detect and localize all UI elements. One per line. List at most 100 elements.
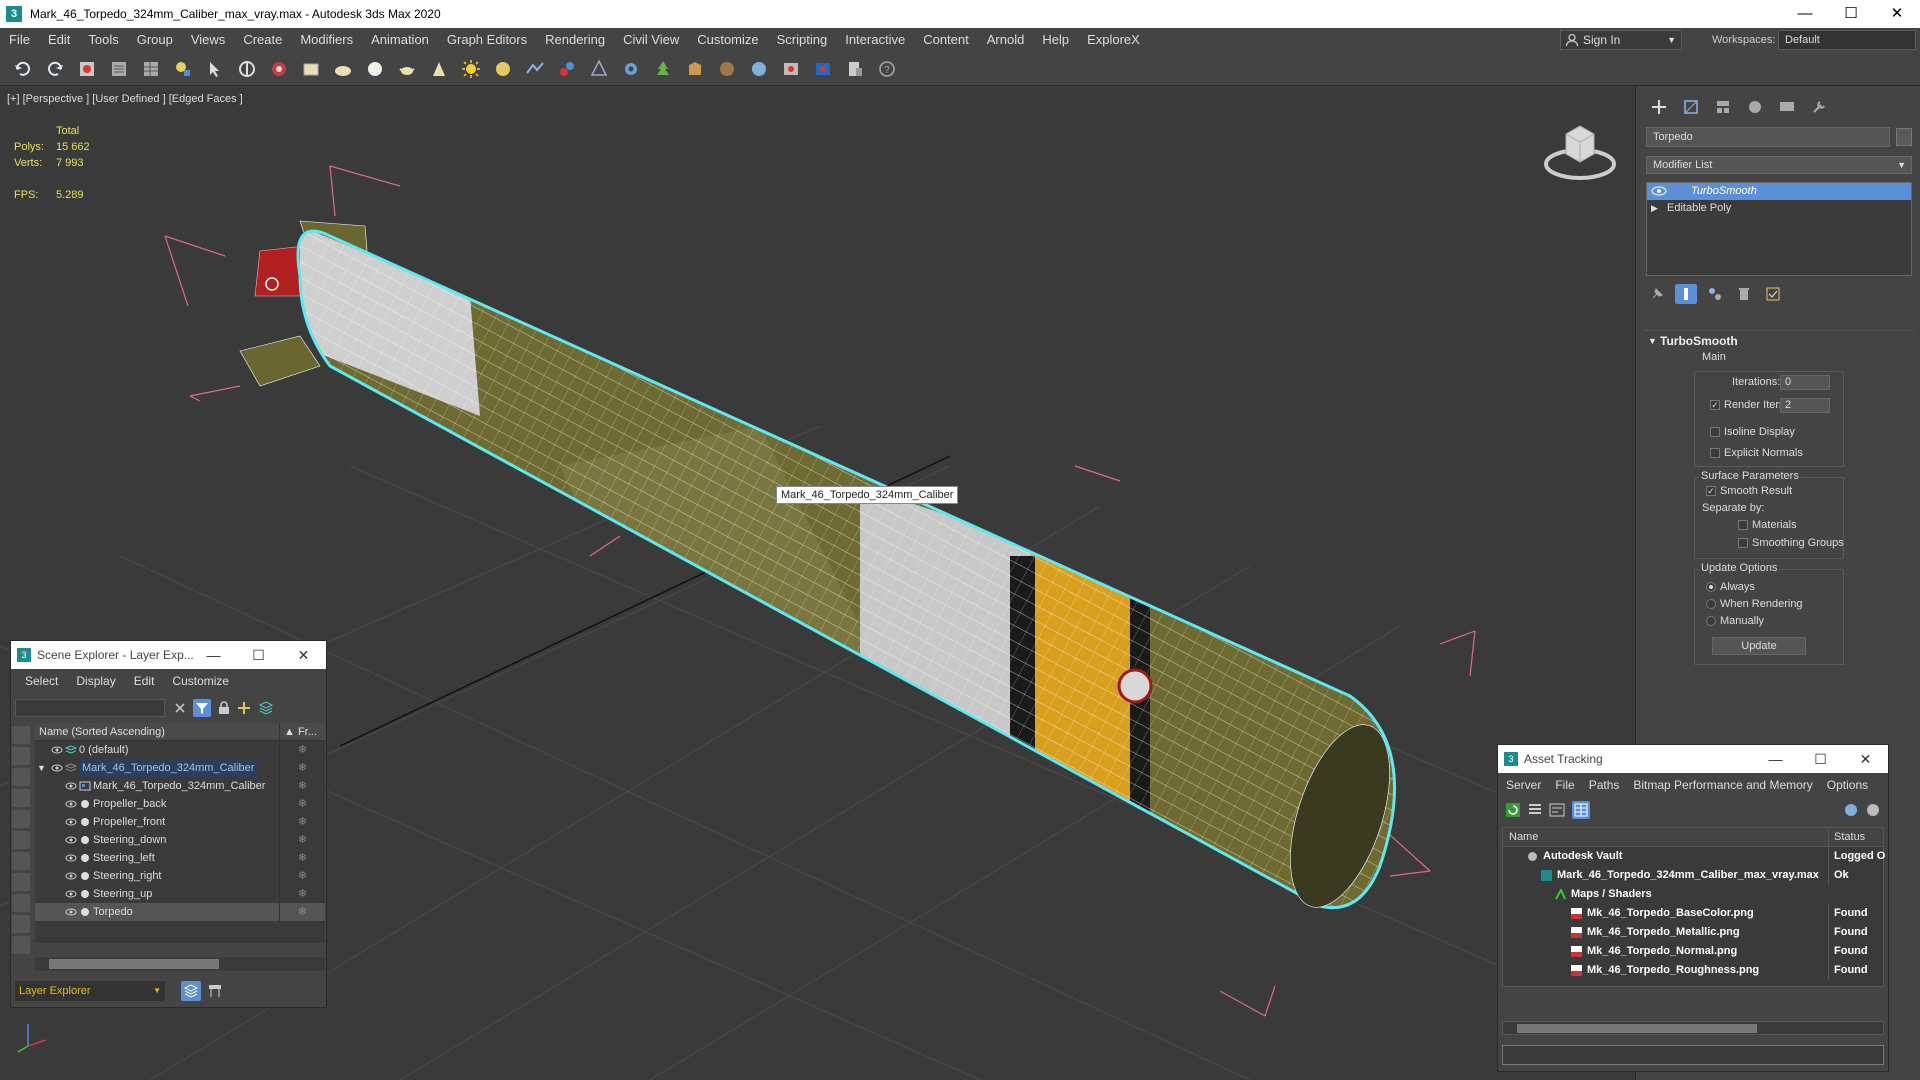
tab-utilities[interactable] [1806, 96, 1832, 118]
asset-row-maps-folder[interactable]: Maps / Shaders [1503, 885, 1883, 904]
layers-button[interactable] [257, 699, 275, 717]
select-link-button[interactable] [74, 56, 100, 82]
horizontal-scrollbar[interactable] [1502, 1021, 1884, 1035]
project-button[interactable] [842, 56, 868, 82]
menu-animation[interactable]: Animation [362, 28, 438, 52]
filter-button[interactable] [193, 699, 211, 717]
dome-light-button[interactable] [490, 56, 516, 82]
collapse-arrow-icon[interactable]: ▼ [37, 759, 46, 777]
maximize-button[interactable]: ☐ [1828, 0, 1874, 28]
display-objects-icon[interactable] [12, 726, 30, 744]
remove-modifier-button[interactable] [1733, 284, 1755, 304]
menu-select[interactable]: Select [25, 674, 58, 688]
freeze-icon[interactable]: ❄ [279, 831, 325, 849]
isoline-display-checkbox[interactable]: Isoline Display [1710, 426, 1795, 438]
plane-primitive-button[interactable] [330, 56, 356, 82]
tree-row-object[interactable]: Steering_left ❄ [35, 849, 325, 867]
tree-row-object[interactable]: Mark_46_Torpedo_324mm_Caliber ❄ [35, 777, 325, 795]
help-button[interactable]: ? [874, 56, 900, 82]
render-iters-spinner[interactable]: 2 [1780, 398, 1830, 413]
freeze-icon[interactable]: ❄ [279, 903, 325, 921]
expand-arrow-icon[interactable]: ▶ [1651, 200, 1658, 217]
menu-server[interactable]: Server [1506, 778, 1541, 792]
eye-icon[interactable] [65, 889, 77, 899]
display-spacewarps-icon[interactable] [12, 852, 30, 870]
close-button[interactable]: ✕ [281, 641, 326, 669]
column-freeze-header[interactable]: ▲ Fr... [279, 723, 325, 741]
tree-row-layer-torpedo[interactable]: ▼ Mark_46_Torpedo_324mm_Caliber ❄ [35, 759, 325, 777]
eye-icon[interactable] [51, 745, 63, 755]
menu-interactive[interactable]: Interactive [836, 28, 914, 52]
asset-row-texture[interactable]: Mk_46_Torpedo_BaseColor.png Found [1503, 904, 1883, 923]
explicit-normals-checkbox[interactable]: Explicit Normals [1710, 447, 1803, 459]
menu-customize[interactable]: Customize [172, 674, 229, 688]
show-end-result-button[interactable] [1675, 284, 1697, 304]
tab-hierarchy[interactable] [1710, 96, 1736, 118]
select-object-button[interactable] [202, 56, 228, 82]
box-primitive-button[interactable] [298, 56, 324, 82]
cone-primitive-button[interactable] [426, 56, 452, 82]
rollout-header[interactable]: ▼ TurboSmooth [1644, 331, 1914, 351]
column-name-header[interactable]: Name (Sorted Ascending) [39, 726, 165, 738]
menu-group[interactable]: Group [128, 28, 182, 52]
tab-modify[interactable] [1678, 96, 1704, 118]
maximize-button[interactable]: ☐ [236, 641, 281, 669]
tab-motion[interactable] [1742, 96, 1768, 118]
asset-tracking-titlebar[interactable]: 3 Asset Tracking — ☐ ✕ [1498, 745, 1888, 773]
tree-row-object[interactable]: Steering_right ❄ [35, 867, 325, 885]
display-bones-icon[interactable] [12, 915, 30, 933]
tree-row-layer-default[interactable]: 0 (default) ❄ [35, 741, 325, 759]
asset-row-vault[interactable]: Autodesk Vault Logged Ou [1503, 847, 1885, 866]
tree-row-object[interactable]: Steering_up ❄ [35, 885, 325, 903]
render-setup-button[interactable] [586, 56, 612, 82]
menu-civil-view[interactable]: Civil View [614, 28, 688, 52]
column-header[interactable]: Name (Sorted Ascending) ▲ Fr... [35, 723, 325, 741]
rect-region-button[interactable] [266, 56, 292, 82]
update-button[interactable]: Update [1712, 637, 1806, 655]
close-button[interactable]: ✕ [1843, 745, 1888, 773]
make-unique-button[interactable] [1704, 284, 1726, 304]
eye-icon[interactable] [65, 853, 77, 863]
freeze-icon[interactable]: ❄ [279, 795, 325, 813]
freeze-icon[interactable]: ❄ [279, 813, 325, 831]
snap-toggle-button[interactable] [522, 56, 548, 82]
menu-create[interactable]: Create [234, 28, 291, 52]
workspaces-dropdown[interactable]: Default [1778, 30, 1916, 50]
display-xrefs-icon[interactable] [12, 894, 30, 912]
asset-row-max-file[interactable]: Mark_46_Torpedo_324mm_Caliber_max_vray.m… [1503, 866, 1883, 885]
render-iters-checkbox[interactable]: ✓ Render Iters: [1710, 399, 1788, 411]
menu-scripting[interactable]: Scripting [768, 28, 837, 52]
menu-file[interactable]: File [1555, 778, 1574, 792]
vault-login-icon[interactable] [1842, 801, 1860, 819]
teapot-primitive-button[interactable] [394, 56, 420, 82]
sun-light-button[interactable] [458, 56, 484, 82]
manually-radio[interactable]: Manually [1706, 615, 1764, 627]
minimize-button[interactable]: — [1782, 0, 1828, 28]
eye-icon[interactable] [65, 907, 77, 917]
redo-button[interactable] [42, 56, 68, 82]
eye-icon[interactable] [1651, 185, 1667, 197]
stack-item-turbosmooth[interactable]: TurboSmooth [1647, 183, 1911, 200]
object-name-field[interactable]: Torpedo [1646, 127, 1890, 147]
close-button[interactable]: ✕ [1874, 0, 1920, 28]
sort-layers-button[interactable] [181, 981, 201, 1001]
menu-rendering[interactable]: Rendering [536, 28, 614, 52]
freeze-icon[interactable]: ❄ [279, 867, 325, 885]
menu-file[interactable]: File [0, 28, 39, 52]
clear-search-button[interactable] [171, 699, 189, 717]
freeze-icon[interactable]: ❄ [279, 849, 325, 867]
menu-options[interactable]: Options [1827, 778, 1868, 792]
scrollbar-thumb[interactable] [49, 959, 219, 969]
display-helpers-icon[interactable] [12, 831, 30, 849]
menu-paths[interactable]: Paths [1589, 778, 1620, 792]
scrollbar-thumb[interactable] [1517, 1024, 1757, 1033]
tree-view-icon[interactable] [1548, 801, 1566, 819]
materials-checkbox[interactable]: Materials [1738, 519, 1797, 531]
tree-row-object[interactable]: Steering_down ❄ [35, 831, 325, 849]
scene-explorer-titlebar[interactable]: 3 Scene Explorer - Layer Exp... — ☐ ✕ [11, 641, 326, 669]
sphere-primitive-button[interactable] [362, 56, 388, 82]
freeze-icon[interactable]: ❄ [279, 741, 325, 759]
menu-help[interactable]: Help [1033, 28, 1078, 52]
menu-edit[interactable]: Edit [39, 28, 79, 52]
layer-explorer-dropdown[interactable]: Layer Explorer ▼ [15, 981, 165, 1001]
